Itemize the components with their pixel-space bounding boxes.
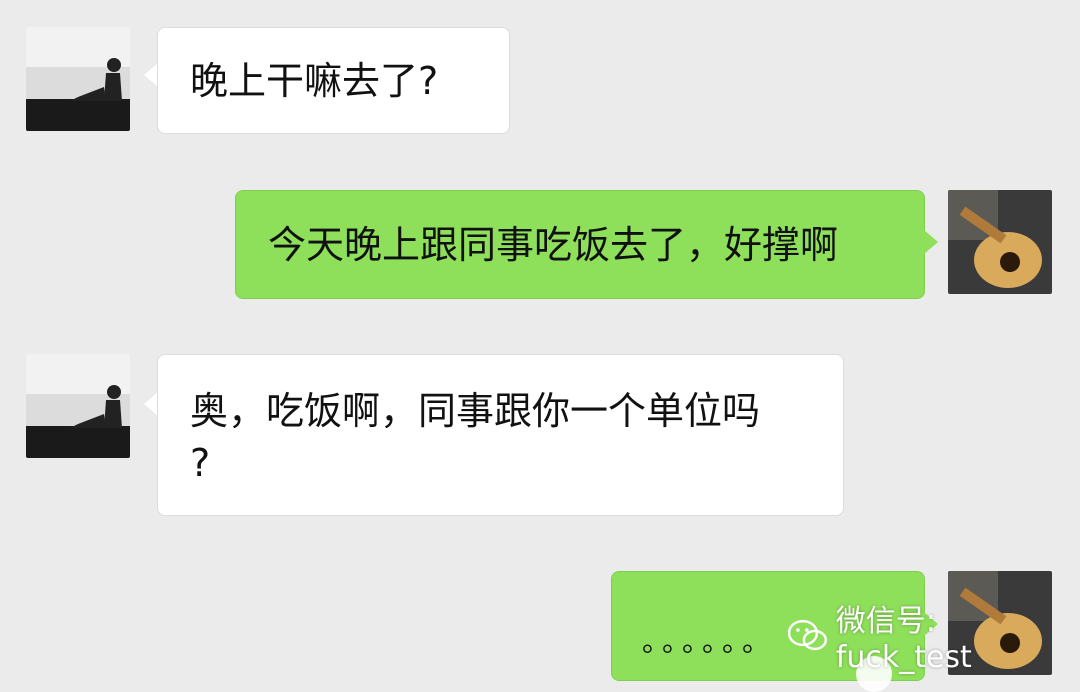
bubble-tail bbox=[144, 63, 158, 87]
message-bubble-incoming[interactable]: 晚上干嘛去了? bbox=[157, 27, 510, 134]
message-bubble-outgoing[interactable]: 今天晚上跟同事吃饭去了，好撑啊 bbox=[235, 190, 925, 299]
message-text: 奥，吃饭啊，同事跟你一个单位吗 bbox=[190, 389, 761, 433]
watermark-text: 微信号: fuck_test bbox=[835, 604, 972, 675]
wechat-icon bbox=[788, 619, 828, 650]
message-text: 今天晚上跟同事吃饭去了，好撑啊 bbox=[268, 223, 839, 267]
bubble-tail bbox=[144, 392, 158, 416]
silhouette-avatar-icon bbox=[26, 27, 130, 131]
contact-avatar[interactable] bbox=[26, 354, 130, 458]
message-text: 。。。。。。 bbox=[642, 625, 777, 658]
message-text: ? bbox=[190, 441, 211, 485]
bubble-tail bbox=[924, 230, 938, 254]
contact-avatar[interactable] bbox=[26, 27, 130, 131]
self-avatar[interactable] bbox=[948, 190, 1052, 294]
guitar-avatar-icon bbox=[948, 190, 1052, 294]
message-text: 晚上干嘛去了? bbox=[190, 59, 439, 103]
message-bubble-incoming[interactable]: 奥，吃饭啊，同事跟你一个单位吗 ? bbox=[157, 354, 844, 516]
silhouette-avatar-icon bbox=[26, 354, 130, 458]
watermark: 微信号: fuck_test bbox=[788, 596, 1080, 675]
